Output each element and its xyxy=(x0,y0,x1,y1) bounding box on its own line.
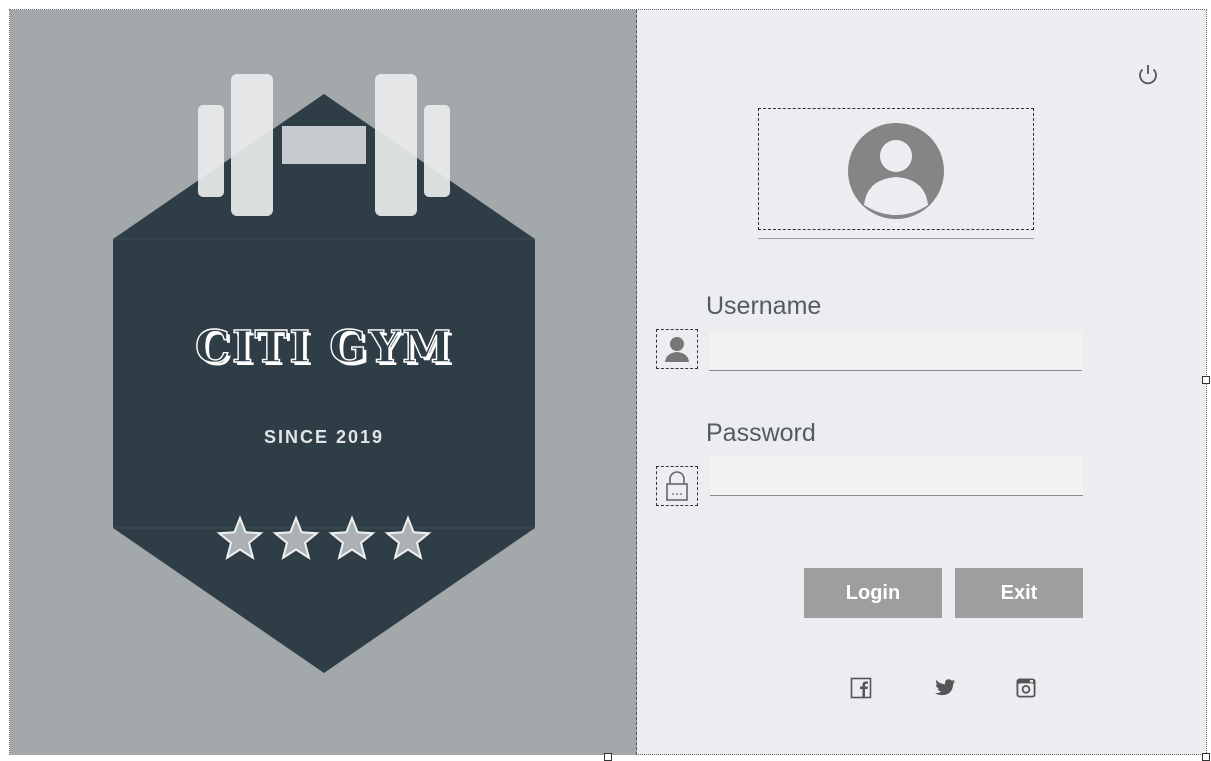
user-avatar-icon xyxy=(848,123,944,219)
username-label: Username xyxy=(706,292,822,320)
user-icon xyxy=(665,337,689,362)
password-label: Password xyxy=(706,419,816,447)
twitter-icon[interactable] xyxy=(934,677,956,699)
brand-panel: CITI GYM SINCE 2019 xyxy=(10,10,637,755)
brand-tagline: SINCE 2019 xyxy=(263,427,385,447)
username-icon-box xyxy=(656,329,698,369)
avatar-underline xyxy=(758,238,1034,239)
hexagon-badge xyxy=(113,94,535,673)
username-input[interactable] xyxy=(709,331,1082,371)
lock-icon xyxy=(666,471,688,501)
password-input[interactable] xyxy=(710,456,1083,496)
power-icon[interactable] xyxy=(1134,61,1162,89)
avatar-picture-box xyxy=(758,108,1034,230)
facebook-icon[interactable] xyxy=(850,677,872,699)
password-icon-box xyxy=(656,466,698,506)
login-window: CITI GYM SINCE 2019 Username Password Lo… xyxy=(9,9,1207,755)
resize-handle-right[interactable] xyxy=(1202,376,1210,384)
gym-logo xyxy=(113,74,535,673)
instagram-icon[interactable] xyxy=(1015,677,1037,699)
brand-title: CITI GYM xyxy=(194,321,453,373)
login-button[interactable]: Login xyxy=(804,568,942,618)
exit-button[interactable]: Exit xyxy=(955,568,1083,618)
